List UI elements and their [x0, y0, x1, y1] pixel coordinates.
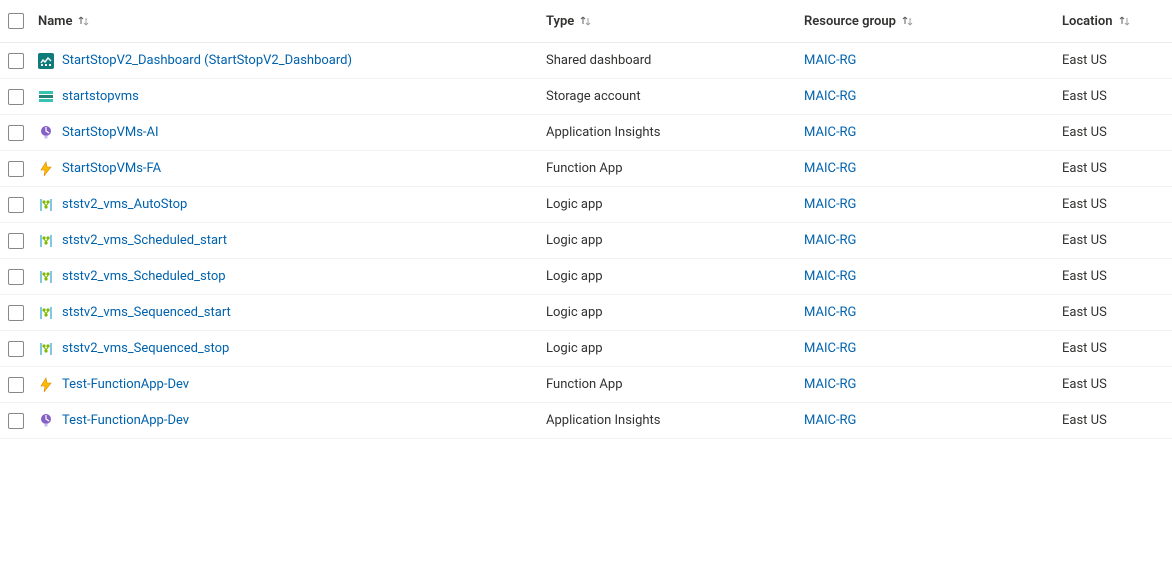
- resource-name-link[interactable]: ststv2_vms_Sequenced_stop: [62, 341, 229, 356]
- resource-table: Name Type Resource group Location: [0, 0, 1172, 439]
- row-checkbox[interactable]: [8, 53, 24, 69]
- table-body: StartStopV2_Dashboard (StartStopV2_Dashb…: [0, 43, 1172, 439]
- table-row: startstopvms Storage account MAIC-RG Eas…: [0, 79, 1172, 115]
- column-header-name-label: Name: [38, 14, 72, 29]
- row-checkbox[interactable]: [8, 377, 24, 393]
- table-row: StartStopVMs-AI Application Insights MAI…: [0, 115, 1172, 151]
- resource-type: Logic app: [546, 341, 804, 356]
- resource-name-link[interactable]: ststv2_vms_Scheduled_start: [62, 233, 227, 248]
- column-header-location[interactable]: Location: [1062, 14, 1164, 29]
- storage-account-icon: [38, 89, 54, 105]
- resource-name-link[interactable]: ststv2_vms_Scheduled_stop: [62, 269, 226, 284]
- resource-name-link[interactable]: ststv2_vms_Sequenced_start: [62, 305, 231, 320]
- resource-type: Logic app: [546, 269, 804, 284]
- resource-name-link[interactable]: Test-FunctionApp-Dev: [62, 413, 189, 428]
- resource-location: East US: [1062, 233, 1164, 248]
- resource-name-link[interactable]: Test-FunctionApp-Dev: [62, 377, 189, 392]
- resource-name-link[interactable]: StartStopV2_Dashboard (StartStopV2_Dashb…: [62, 53, 352, 68]
- row-checkbox[interactable]: [8, 233, 24, 249]
- resource-type: Logic app: [546, 305, 804, 320]
- resource-location: East US: [1062, 53, 1164, 68]
- resource-group-link[interactable]: MAIC-RG: [804, 233, 856, 248]
- resource-group-link[interactable]: MAIC-RG: [804, 377, 856, 392]
- resource-type: Shared dashboard: [546, 53, 804, 68]
- sort-icon: [902, 16, 913, 26]
- select-all-checkbox[interactable]: [8, 13, 24, 29]
- logic-app-icon: [38, 305, 54, 321]
- dashboard-icon: [38, 53, 54, 69]
- logic-app-icon: [38, 269, 54, 285]
- resource-name-link[interactable]: startstopvms: [62, 89, 139, 104]
- table-row: ststv2_vms_Sequenced_stop Logic app MAIC…: [0, 331, 1172, 367]
- row-checkbox[interactable]: [8, 305, 24, 321]
- resource-group-link[interactable]: MAIC-RG: [804, 53, 856, 68]
- column-header-loc-label: Location: [1062, 14, 1113, 29]
- resource-type: Function App: [546, 161, 804, 176]
- resource-name-link[interactable]: StartStopVMs-FA: [62, 161, 161, 176]
- resource-type: Logic app: [546, 197, 804, 212]
- resource-location: East US: [1062, 89, 1164, 104]
- column-header-name[interactable]: Name: [38, 14, 546, 29]
- resource-group-link[interactable]: MAIC-RG: [804, 161, 856, 176]
- resource-name-link[interactable]: ststv2_vms_AutoStop: [62, 197, 187, 212]
- function-app-icon: [38, 377, 54, 393]
- row-checkbox[interactable]: [8, 89, 24, 105]
- resource-group-link[interactable]: MAIC-RG: [804, 125, 856, 140]
- row-checkbox[interactable]: [8, 413, 24, 429]
- resource-type: Storage account: [546, 89, 804, 104]
- resource-type: Logic app: [546, 233, 804, 248]
- resource-location: East US: [1062, 377, 1164, 392]
- table-row: Test-FunctionApp-Dev Application Insight…: [0, 403, 1172, 439]
- row-checkbox[interactable]: [8, 197, 24, 213]
- column-header-rg-label: Resource group: [804, 14, 896, 29]
- table-row: ststv2_vms_AutoStop Logic app MAIC-RG Ea…: [0, 187, 1172, 223]
- row-checkbox[interactable]: [8, 269, 24, 285]
- table-row: StartStopVMs-FA Function App MAIC-RG Eas…: [0, 151, 1172, 187]
- column-header-type[interactable]: Type: [546, 14, 804, 29]
- table-row: ststv2_vms_Scheduled_start Logic app MAI…: [0, 223, 1172, 259]
- application-insights-icon: [38, 125, 54, 141]
- table-row: ststv2_vms_Scheduled_stop Logic app MAIC…: [0, 259, 1172, 295]
- sort-icon: [580, 16, 591, 26]
- resource-group-link[interactable]: MAIC-RG: [804, 89, 856, 104]
- resource-type: Application Insights: [546, 125, 804, 140]
- sort-icon: [78, 16, 89, 26]
- resource-location: East US: [1062, 305, 1164, 320]
- row-checkbox[interactable]: [8, 161, 24, 177]
- logic-app-icon: [38, 197, 54, 213]
- resource-group-link[interactable]: MAIC-RG: [804, 305, 856, 320]
- sort-icon: [1119, 16, 1130, 26]
- resource-group-link[interactable]: MAIC-RG: [804, 341, 856, 356]
- column-header-type-label: Type: [546, 14, 574, 29]
- row-checkbox[interactable]: [8, 341, 24, 357]
- resource-location: East US: [1062, 269, 1164, 284]
- resource-group-link[interactable]: MAIC-RG: [804, 413, 856, 428]
- resource-name-link[interactable]: StartStopVMs-AI: [62, 125, 159, 140]
- resource-type: Function App: [546, 377, 804, 392]
- table-row: Test-FunctionApp-Dev Function App MAIC-R…: [0, 367, 1172, 403]
- logic-app-icon: [38, 341, 54, 357]
- table-row: ststv2_vms_Sequenced_start Logic app MAI…: [0, 295, 1172, 331]
- table-row: StartStopV2_Dashboard (StartStopV2_Dashb…: [0, 43, 1172, 79]
- resource-group-link[interactable]: MAIC-RG: [804, 197, 856, 212]
- resource-location: East US: [1062, 197, 1164, 212]
- table-header-row: Name Type Resource group Location: [0, 0, 1172, 43]
- resource-location: East US: [1062, 413, 1164, 428]
- application-insights-icon: [38, 413, 54, 429]
- logic-app-icon: [38, 233, 54, 249]
- resource-location: East US: [1062, 341, 1164, 356]
- resource-location: East US: [1062, 125, 1164, 140]
- column-header-resource-group[interactable]: Resource group: [804, 14, 1062, 29]
- row-checkbox[interactable]: [8, 125, 24, 141]
- resource-type: Application Insights: [546, 413, 804, 428]
- resource-location: East US: [1062, 161, 1164, 176]
- resource-group-link[interactable]: MAIC-RG: [804, 269, 856, 284]
- function-app-icon: [38, 161, 54, 177]
